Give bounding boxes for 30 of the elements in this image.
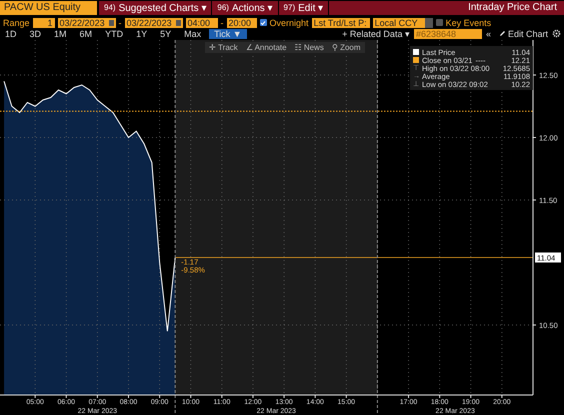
overnight-label: Overnight: [270, 18, 309, 28]
period-tab[interactable]: 1M: [49, 28, 72, 39]
security-field[interactable]: PACW US Equity: [0, 1, 97, 15]
price-type-dropdown[interactable]: Lst Trd/Lst P:: [312, 18, 370, 28]
start-date-field[interactable]: 03/22/2023: [58, 18, 116, 28]
overnight-checkbox[interactable]: [260, 19, 267, 26]
time-separator: -: [220, 18, 224, 28]
period-tab[interactable]: YTD: [100, 28, 128, 39]
period-tab[interactable]: 5Y: [155, 28, 176, 39]
period-field[interactable]: 1: [32, 18, 55, 28]
pencil-icon: [498, 30, 506, 38]
edit-chart-button[interactable]: Edit Chart: [494, 28, 552, 39]
period-tab[interactable]: 3D: [24, 28, 46, 39]
period-tab[interactable]: Tick ▼: [209, 28, 247, 39]
period-tab[interactable]: Max: [179, 28, 206, 39]
period-tab[interactable]: 1Y: [131, 28, 152, 39]
range-label: Range: [3, 18, 30, 28]
window-title: Intraday Price Chart: [467, 1, 558, 15]
settings-icon[interactable]: [552, 29, 561, 38]
collapse-button[interactable]: «: [482, 28, 495, 39]
key-events-checkbox[interactable]: [436, 19, 443, 26]
period-tab[interactable]: 1D: [0, 28, 22, 39]
date-separator: -: [118, 18, 122, 28]
currency-dropdown[interactable]: Local CCY: [372, 18, 425, 28]
period-tab[interactable]: 6M: [74, 28, 98, 39]
start-time-field[interactable]: 04:00: [186, 18, 218, 28]
end-time-field[interactable]: 20:00: [226, 18, 257, 28]
key-events-label: Key Events: [446, 18, 492, 28]
related-data-button[interactable]: + Related Data ▾: [338, 28, 414, 39]
end-date-field[interactable]: 03/22/2023: [124, 18, 183, 28]
